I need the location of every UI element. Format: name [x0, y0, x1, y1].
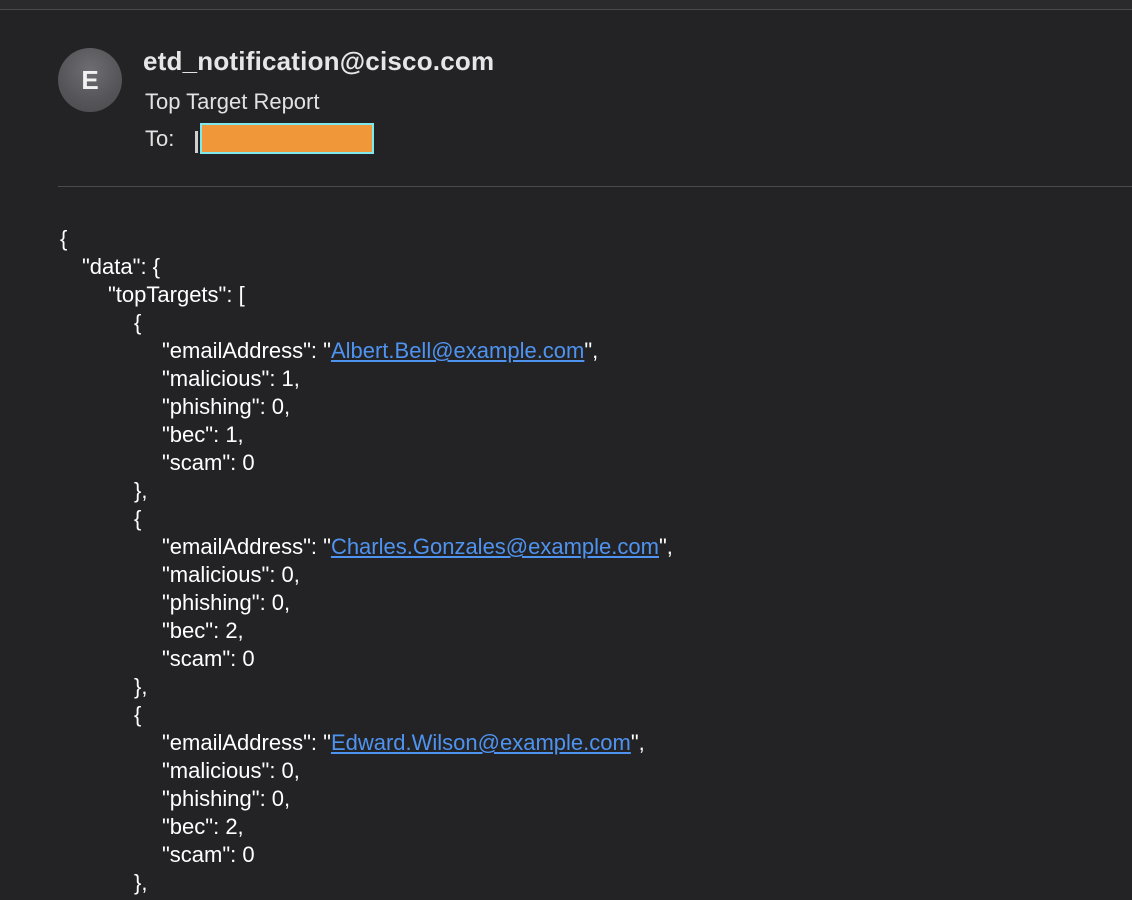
- json-phishing-line: "phishing": 0,: [162, 786, 291, 811]
- json-entry-close: },: [134, 870, 148, 895]
- json-toptargets-key: "topTargets": [: [108, 282, 245, 307]
- json-scam-line: "scam": 0: [162, 842, 255, 867]
- email-link-charles-gonzales[interactable]: Charles.Gonzales@example.com: [331, 534, 659, 559]
- json-malicious-line: "malicious": 0,: [162, 758, 300, 783]
- json-scam-line: "scam": 0: [162, 450, 255, 475]
- email-body: { "data": { "topTargets": [ { "emailAddr…: [0, 187, 1132, 900]
- json-open-brace: {: [60, 226, 68, 251]
- sender-address[interactable]: etd_notification@cisco.com: [143, 46, 494, 77]
- json-bec-line: "bec": 2,: [162, 618, 244, 643]
- window-top-bar: [0, 0, 1132, 10]
- json-malicious-line: "malicious": 1,: [162, 366, 300, 391]
- json-bec-line: "bec": 2,: [162, 814, 244, 839]
- json-data-key: "data": {: [82, 254, 161, 279]
- json-malicious-line: "malicious": 0,: [162, 562, 300, 587]
- json-entry-close: },: [134, 674, 148, 699]
- json-entry-close: },: [134, 478, 148, 503]
- email-link-albert-bell[interactable]: Albert.Bell@example.com: [331, 338, 584, 363]
- json-entry-open: {: [134, 702, 142, 727]
- json-scam-line: "scam": 0: [162, 646, 255, 671]
- json-phishing-line: "phishing": 0,: [162, 394, 291, 419]
- json-email-suffix: ",: [658, 534, 673, 559]
- json-email-line: "emailAddress": "Edward.Wilson@example.c…: [162, 729, 645, 757]
- json-email-suffix: ",: [584, 338, 599, 363]
- redacted-recipient: [200, 123, 374, 154]
- sender-avatar: E: [58, 48, 122, 112]
- json-email-line: "emailAddress": "Albert.Bell@example.com…: [162, 337, 598, 365]
- json-email-key: "emailAddress": ": [162, 338, 331, 363]
- json-entry-open: {: [134, 310, 142, 335]
- json-email-key: "emailAddress": ": [162, 534, 331, 559]
- recipient-text-fragment: [195, 131, 198, 153]
- email-link-edward-wilson[interactable]: Edward.Wilson@example.com: [331, 730, 631, 755]
- json-email-key: "emailAddress": ": [162, 730, 331, 755]
- json-email-line: "emailAddress": "Charles.Gonzales@exampl…: [162, 533, 673, 561]
- json-phishing-line: "phishing": 0,: [162, 590, 291, 615]
- json-bec-line: "bec": 1,: [162, 422, 244, 447]
- avatar-initial: E: [81, 64, 99, 95]
- email-subject: Top Target Report: [145, 89, 320, 114]
- email-header: E etd_notification@cisco.com Top Target …: [0, 10, 1132, 186]
- json-entry-open: {: [134, 506, 142, 531]
- json-email-suffix: ",: [630, 730, 645, 755]
- to-label: To:: [145, 126, 175, 151]
